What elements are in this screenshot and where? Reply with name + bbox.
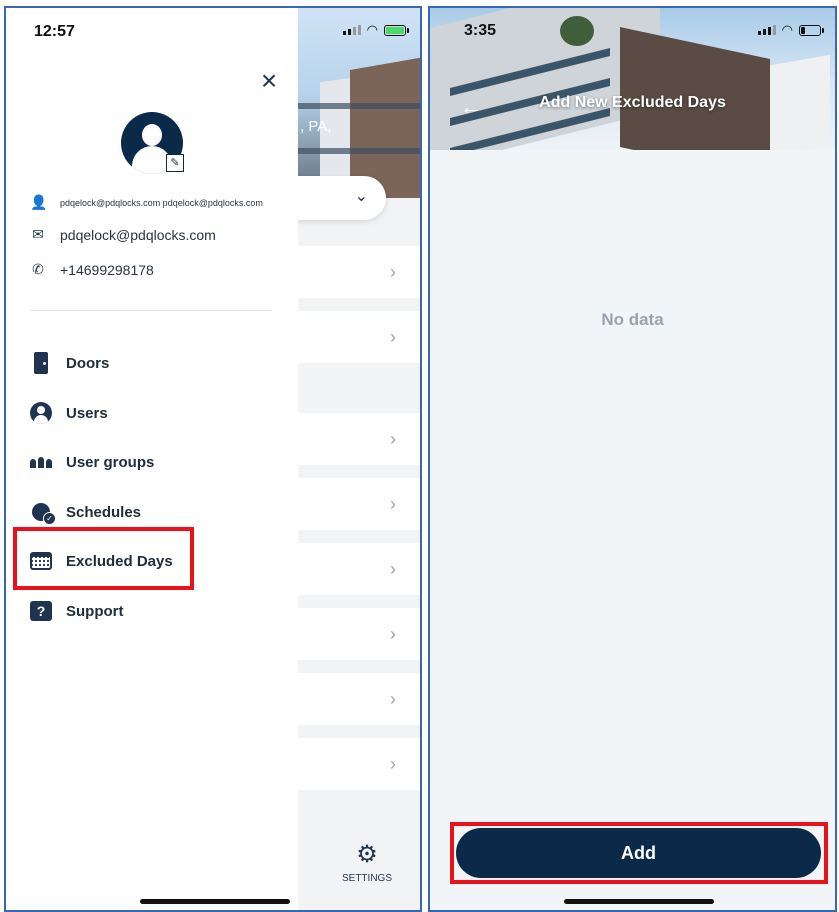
chevron-right-icon: › (390, 754, 396, 774)
wifi-icon: ◠ (781, 22, 793, 37)
background-hero-image: ◠ , PA, (294, 8, 420, 198)
phone-icon: ✆ (32, 261, 44, 277)
background-list-row[interactable]: › (294, 478, 420, 530)
person-icon: 👤 (30, 194, 48, 210)
chevron-right-icon: › (390, 262, 396, 282)
schedule-clock-icon (30, 501, 56, 525)
background-list-row[interactable]: › (294, 246, 420, 298)
chevron-right-icon: › (390, 494, 396, 514)
chevron-right-icon: › (390, 327, 396, 347)
support-question-icon: ? (30, 600, 52, 622)
menu-item-label: Schedules (66, 503, 142, 521)
background-list: ⌄ › › › › › › › › ⚙ SETTINGS (294, 176, 420, 910)
menu-item-label: Support (66, 602, 124, 620)
home-indicator (564, 899, 714, 904)
background-list-row[interactable]: › (294, 413, 420, 465)
status-icons: ◠ (757, 22, 824, 37)
empty-state-text: No data (601, 310, 664, 329)
menu-item-support[interactable]: ? Support (30, 596, 124, 626)
phone-row: ✆ +14699298178 (30, 261, 154, 278)
left-phone-screen: ◠ , PA, ⌄ › › › › › › › › ⚙ SETTINGS 12:… (4, 6, 422, 912)
background-list-row[interactable]: › (294, 738, 420, 790)
phone-text: +14699298178 (60, 261, 154, 278)
user-group-icon (30, 451, 52, 473)
signal-icon (342, 25, 361, 35)
username-row: 👤 pdqelock@pdqlocks.com pdqelock@pdqlock… (30, 194, 263, 211)
settings-tab[interactable]: ⚙ SETTINGS (332, 840, 402, 884)
user-circle-icon (30, 402, 52, 424)
edit-icon[interactable]: ✎ (166, 154, 184, 172)
menu-item-doors[interactable]: Doors (30, 348, 109, 378)
menu-item-users[interactable]: Users (30, 398, 108, 428)
username-text: pdqelock@pdqlocks.com pdqelock@pdqlocks.… (60, 197, 263, 208)
menu-item-user-groups[interactable]: User groups (30, 447, 154, 477)
page-title: Add New Excluded Days (539, 94, 726, 111)
chevron-right-icon: › (390, 689, 396, 709)
home-indicator (140, 899, 290, 904)
chevron-right-icon: › (390, 624, 396, 644)
background-list-row[interactable]: › (294, 543, 420, 595)
signal-icon (757, 25, 776, 35)
background-location-text: , PA, (300, 118, 332, 135)
menu-item-label: User groups (66, 453, 155, 471)
side-drawer: 12:57 × ✎ 👤 pdqelock@pdqlocks.com pdqelo… (6, 8, 298, 910)
right-phone-screen: 3:35 ◠ ← Add New Excluded Days No data A… (428, 6, 837, 912)
background-list-row[interactable]: › (294, 673, 420, 725)
chevron-down-icon: ⌄ (354, 188, 368, 205)
chevron-right-icon: › (390, 429, 396, 449)
gear-icon: ⚙ (356, 841, 378, 868)
divider (30, 310, 272, 311)
wifi-icon: ◠ (366, 22, 378, 37)
battery-icon (799, 24, 824, 36)
settings-label: SETTINGS (341, 873, 392, 884)
highlight-box-excluded-days (13, 527, 194, 590)
door-icon (30, 352, 52, 374)
chevron-right-icon: › (390, 559, 396, 579)
email-row: ✉ pdqelock@pdqlocks.com (30, 226, 216, 243)
highlight-box-add-button (450, 822, 828, 884)
close-icon[interactable]: × (254, 66, 284, 96)
menu-item-label: Users (66, 404, 108, 422)
email-text: pdqelock@pdqlocks.com (60, 226, 216, 243)
background-list-row[interactable]: › (294, 608, 420, 660)
envelope-icon: ✉ (32, 226, 44, 242)
status-time: 3:35 (464, 22, 497, 39)
background-list-row[interactable]: › (294, 311, 420, 363)
status-icons: ◠ (342, 22, 409, 37)
menu-item-label: Doors (66, 354, 110, 372)
content-area (430, 150, 835, 910)
battery-icon (384, 24, 409, 36)
status-time: 12:57 (34, 23, 75, 40)
background-dropdown[interactable]: ⌄ (294, 176, 386, 220)
menu-item-schedules[interactable]: Schedules (30, 497, 141, 527)
